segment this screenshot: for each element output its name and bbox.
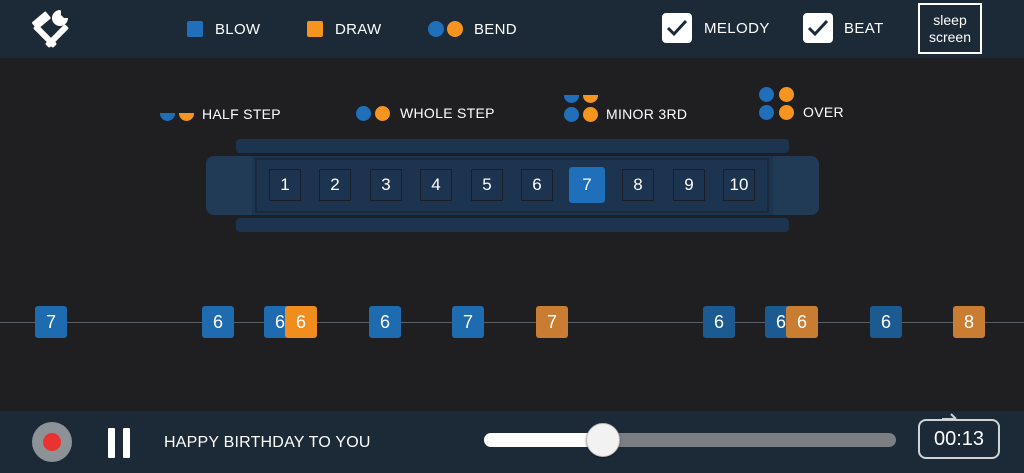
draw-swatch bbox=[307, 21, 323, 37]
song-title: HAPPY BIRTHDAY TO YOU bbox=[164, 434, 371, 451]
legend-draw-label: DRAW bbox=[335, 20, 382, 38]
check-icon bbox=[666, 19, 688, 37]
pause-icon bbox=[108, 428, 115, 458]
half-orange-icon bbox=[179, 113, 194, 121]
note-draw: 7 bbox=[536, 306, 568, 338]
note-blow: 6 bbox=[703, 306, 735, 338]
blow-swatch bbox=[187, 21, 203, 37]
legend-bend-label: BEND bbox=[474, 20, 517, 38]
harmonica-right-cap bbox=[773, 156, 819, 215]
sleep-label-line2: screen bbox=[928, 29, 972, 45]
half-blue-icon bbox=[160, 113, 175, 121]
harmonica-top-cover bbox=[236, 139, 789, 153]
whole-orange-icon bbox=[375, 106, 390, 121]
harmonica-bottom-cover bbox=[236, 218, 789, 232]
tools-icon bbox=[31, 10, 69, 48]
pause-icon bbox=[123, 428, 130, 458]
over-label: OVER bbox=[803, 104, 844, 120]
harmonica-left-cap bbox=[206, 156, 252, 215]
harmonica-hole[interactable]: 3 bbox=[370, 169, 402, 201]
harmonica-hole[interactable]: 4 bbox=[420, 169, 452, 201]
bend-whole-step: WHOLE STEP bbox=[356, 105, 495, 121]
note-draw: 6 bbox=[285, 306, 317, 338]
pause-button[interactable] bbox=[108, 428, 132, 458]
harmonica-hole[interactable]: 5 bbox=[471, 169, 503, 201]
minor-3rd-label: MINOR 3RD bbox=[606, 106, 688, 122]
bend-orange-dot bbox=[447, 21, 463, 37]
progress-thumb[interactable] bbox=[586, 423, 620, 457]
note-blow: 6 bbox=[369, 306, 401, 338]
legend-bend: BEND bbox=[428, 20, 517, 38]
harmonica-hole[interactable]: 1 bbox=[269, 169, 301, 201]
legend-blow-label: BLOW bbox=[215, 20, 261, 38]
note-blow: 6 bbox=[202, 306, 234, 338]
melody-label: MELODY bbox=[704, 20, 770, 37]
note-blow: 7 bbox=[35, 306, 67, 338]
tools-button[interactable] bbox=[26, 6, 76, 52]
note-blow: 6 bbox=[870, 306, 902, 338]
harmonica-hole-active[interactable]: 7 bbox=[569, 167, 605, 203]
harmonica-hole[interactable]: 8 bbox=[622, 169, 654, 201]
progress-slider[interactable] bbox=[484, 423, 896, 457]
bend-half-step: HALF STEP bbox=[160, 106, 281, 122]
minor3rd-blue-icon bbox=[564, 95, 579, 122]
harmonica-hole[interactable]: 6 bbox=[521, 169, 553, 201]
over-blue-icon bbox=[759, 87, 774, 120]
harmonica-hole[interactable]: 2 bbox=[319, 169, 351, 201]
half-step-label: HALF STEP bbox=[202, 106, 281, 122]
legend-draw: DRAW bbox=[307, 20, 381, 38]
record-icon bbox=[43, 433, 61, 451]
whole-step-label: WHOLE STEP bbox=[400, 105, 495, 121]
whole-blue-icon bbox=[356, 106, 371, 121]
note-draw: 8 bbox=[953, 306, 985, 338]
minor3rd-orange-icon bbox=[583, 95, 598, 122]
note-blow: 7 bbox=[452, 306, 484, 338]
beat-checkbox[interactable] bbox=[803, 13, 833, 43]
bend-blue-dot bbox=[428, 21, 444, 37]
harmonica-hole[interactable]: 10 bbox=[723, 169, 755, 201]
bend-over: OVER bbox=[759, 87, 844, 120]
harmonica-hole[interactable]: 9 bbox=[673, 169, 705, 201]
check-icon bbox=[807, 19, 829, 37]
bend-minor-3rd: MINOR 3RD bbox=[564, 95, 687, 122]
sleep-screen-button[interactable]: sleep screen bbox=[918, 3, 982, 54]
note-draw: 6 bbox=[786, 306, 818, 338]
melody-checkbox[interactable] bbox=[662, 13, 692, 43]
over-orange-icon bbox=[779, 87, 794, 120]
legend-blow: BLOW bbox=[187, 20, 260, 38]
sleep-label-line1: sleep bbox=[933, 12, 967, 28]
elapsed-time[interactable]: 00:13 bbox=[918, 419, 1000, 459]
beat-label: BEAT bbox=[844, 20, 884, 37]
record-button[interactable] bbox=[32, 422, 72, 462]
